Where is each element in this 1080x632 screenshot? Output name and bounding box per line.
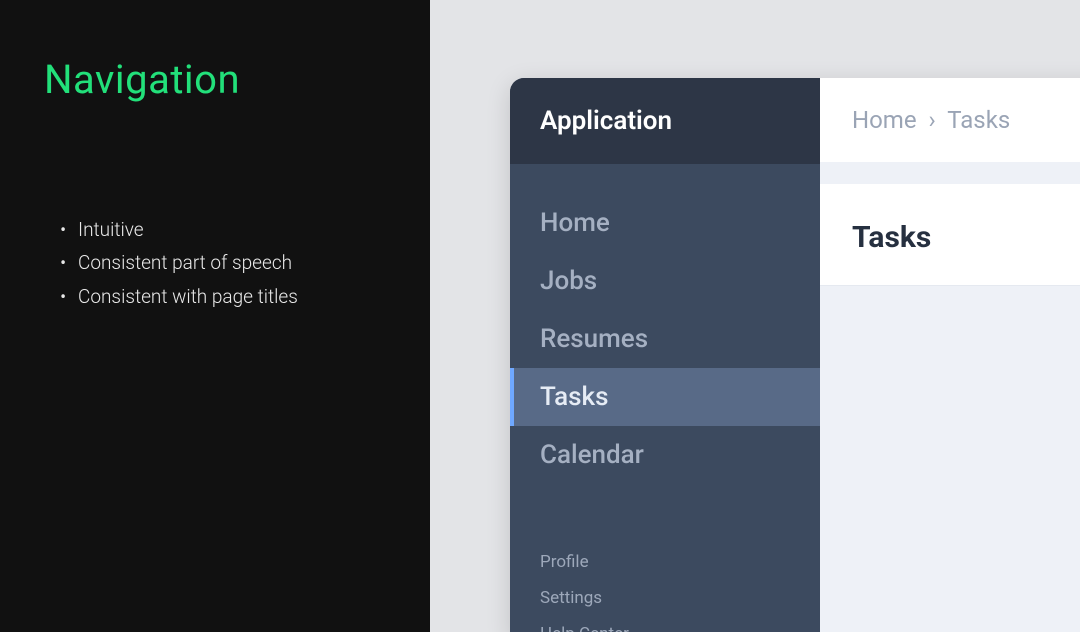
sidebar-item-profile[interactable]: Profile xyxy=(540,544,790,580)
breadcrumb: Home › Tasks xyxy=(820,78,1080,162)
app-window: Application Home Jobs Resumes Tasks Cale… xyxy=(510,78,1080,632)
slide-bullet: Consistent with page titles xyxy=(64,280,382,313)
slide-bullet: Consistent part of speech xyxy=(64,246,382,279)
sidebar-item-home[interactable]: Home xyxy=(510,194,820,252)
slide-root: Navigation Intuitive Consistent part of … xyxy=(0,0,1080,632)
breadcrumb-item[interactable]: Tasks xyxy=(947,106,1010,134)
sidebar-item-help-center[interactable]: Help Center xyxy=(540,616,790,632)
sidebar-main-nav: Home Jobs Resumes Tasks Calendar xyxy=(510,164,820,484)
slide-title: Navigation xyxy=(44,56,382,103)
slide-bullet-list: Intuitive Consistent part of speech Cons… xyxy=(44,213,382,313)
main-column: Home › Tasks Tasks xyxy=(820,78,1080,632)
sidebar-item-settings[interactable]: Settings xyxy=(540,580,790,616)
slide-bullet: Intuitive xyxy=(64,213,382,246)
slide-right-area: Application Home Jobs Resumes Tasks Cale… xyxy=(430,0,1080,632)
page-body xyxy=(820,286,1080,632)
sidebar-header: Application xyxy=(510,78,820,164)
sidebar-item-calendar[interactable]: Calendar xyxy=(510,426,820,484)
sidebar: Application Home Jobs Resumes Tasks Cale… xyxy=(510,78,820,632)
breadcrumb-item[interactable]: Home xyxy=(852,106,917,134)
sidebar-item-tasks[interactable]: Tasks xyxy=(510,368,820,426)
sidebar-item-jobs[interactable]: Jobs xyxy=(510,252,820,310)
breadcrumb-separator-icon: › xyxy=(929,106,936,134)
sidebar-item-resumes[interactable]: Resumes xyxy=(510,310,820,368)
sidebar-secondary-nav: Profile Settings Help Center xyxy=(510,544,820,632)
slide-left-panel: Navigation Intuitive Consistent part of … xyxy=(0,0,430,632)
page-title: Tasks xyxy=(820,184,1080,286)
